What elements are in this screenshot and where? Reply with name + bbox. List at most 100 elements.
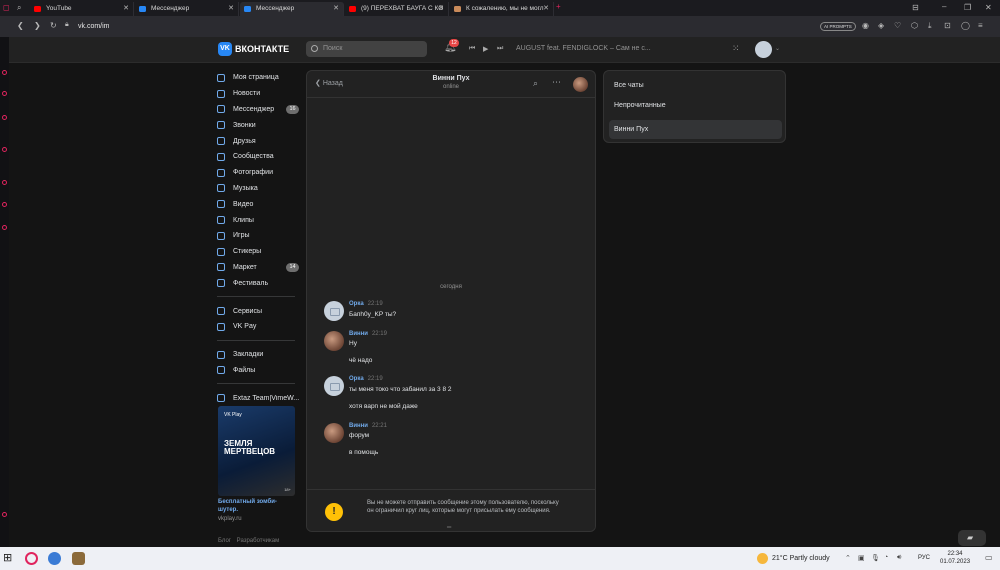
- avatar[interactable]: [324, 423, 344, 443]
- tab-manager-icon[interactable]: ⊟: [912, 3, 919, 12]
- nav-item[interactable]: Друзья: [217, 133, 302, 149]
- camera-icon[interactable]: ◉: [862, 21, 869, 30]
- download-icon[interactable]: ⤓: [928, 21, 932, 31]
- sidebar-app-icon[interactable]: [2, 202, 7, 207]
- back-arrow-icon[interactable]: ❮: [17, 21, 24, 30]
- microphone-icon[interactable]: 🎙︎: [871, 554, 880, 562]
- extensions-icon[interactable]: ⬡: [911, 21, 918, 30]
- resize-handle-icon[interactable]: ═: [447, 525, 451, 531]
- url-field[interactable]: vk.com/im: [78, 20, 278, 33]
- chat-bubble-button[interactable]: ▰: [958, 530, 986, 546]
- ad-caption[interactable]: Бесплатный зомби-шутер.: [218, 498, 296, 514]
- sidebar-app-icon[interactable]: [2, 147, 7, 152]
- sidebar-app-icon[interactable]: [2, 180, 7, 185]
- ai-prompts-badge[interactable]: AI PROMPTS: [820, 22, 856, 31]
- close-icon[interactable]: ✕: [333, 2, 339, 16]
- chat-app-icon[interactable]: [48, 552, 61, 565]
- nav-item[interactable]: Фестиваль: [217, 275, 302, 291]
- maximize-icon[interactable]: ❐: [964, 3, 971, 12]
- nav-item[interactable]: Новости: [217, 86, 302, 102]
- nav-item[interactable]: Мессенджер 16: [217, 102, 302, 118]
- close-icon[interactable]: ✕: [438, 2, 444, 16]
- forward-arrow-icon[interactable]: ❯: [34, 21, 41, 30]
- avatar[interactable]: [324, 301, 344, 321]
- search-input[interactable]: Поиск: [306, 41, 427, 57]
- windows-start-icon[interactable]: ⊞: [3, 551, 16, 564]
- sidebar-app-icon[interactable]: [2, 91, 7, 96]
- tab-search-icon[interactable]: ⌕: [17, 3, 21, 13]
- sidebar-app-icon[interactable]: [2, 70, 7, 75]
- messenger-icon: [217, 105, 225, 114]
- vk-logo[interactable]: VK ВКОНТАКТЕ: [218, 42, 289, 56]
- nav-item[interactable]: Фотографии: [217, 165, 302, 181]
- more-icon[interactable]: ⋯: [552, 77, 561, 88]
- wifi-icon[interactable]: ◔: [884, 554, 888, 561]
- bookmark-icon[interactable]: ♡: [894, 21, 901, 30]
- nav-item[interactable]: Стикеры: [217, 244, 302, 260]
- apps-grid-icon[interactable]: ⁙: [732, 43, 740, 54]
- clock[interactable]: 22:34 01.07.2023: [940, 550, 970, 566]
- weather-icon[interactable]: [757, 553, 768, 564]
- nav-divider: [217, 339, 295, 341]
- nav-item[interactable]: Видео: [217, 196, 302, 212]
- sidebar-app-icon[interactable]: [2, 115, 7, 120]
- nav-item[interactable]: Клипы: [217, 212, 302, 228]
- nav-item[interactable]: Файлы: [217, 363, 302, 379]
- tab-error-page[interactable]: К сожалению, мы не могл ✕: [450, 2, 554, 16]
- nav-item[interactable]: Сервисы: [217, 303, 302, 319]
- opera-menu-icon[interactable]: ◻: [3, 3, 10, 12]
- nav-item[interactable]: Музыка: [217, 181, 302, 197]
- tab-youtube-video[interactable]: (9) ПЕРЕХВАТ БАУГА С КО ✕: [345, 2, 449, 16]
- profile-icon[interactable]: ◯: [961, 21, 970, 30]
- footer-blog-link[interactable]: Блог: [218, 538, 231, 544]
- shield-icon[interactable]: ◈: [878, 21, 884, 30]
- folder-all-chats[interactable]: Все чаты: [609, 76, 782, 95]
- footer-dev-link[interactable]: Разработчикам: [237, 538, 280, 544]
- nav-item[interactable]: Закладки: [217, 347, 302, 363]
- weather-text[interactable]: 21°C Partly cloudy: [772, 555, 830, 562]
- prev-track-icon[interactable]: ⏮: [469, 45, 475, 53]
- chevron-down-icon[interactable]: ⌄: [775, 45, 780, 52]
- tab-messenger-2[interactable]: Мессенджер ✕: [240, 2, 344, 16]
- folder-current-chat[interactable]: Винни Пух: [609, 120, 782, 139]
- sidebar-settings-icon[interactable]: [2, 512, 7, 517]
- search-icon[interactable]: ⌕: [533, 78, 538, 89]
- notifications-icon[interactable]: ▭: [985, 553, 993, 562]
- warning-icon: !: [325, 503, 343, 521]
- window-close-icon[interactable]: ✕: [985, 3, 992, 12]
- snapshot-icon[interactable]: ⊡: [944, 21, 951, 30]
- opera-icon[interactable]: [25, 552, 38, 565]
- next-track-icon[interactable]: ⏭: [497, 45, 503, 53]
- play-icon[interactable]: ▶: [483, 45, 488, 53]
- close-icon[interactable]: ✕: [228, 2, 234, 16]
- minimize-icon[interactable]: –: [942, 2, 946, 11]
- nav-item[interactable]: Сообщества: [217, 149, 302, 165]
- ad-banner[interactable]: VK Play ЗЕМЛЯ МЕРТВЕЦОВ 18+: [218, 406, 295, 496]
- tab-messenger-1[interactable]: Мессенджер ✕: [135, 2, 239, 16]
- avatar[interactable]: [324, 376, 344, 396]
- avatar[interactable]: [755, 41, 772, 58]
- nav-item[interactable]: Моя страница: [217, 70, 302, 86]
- peer-avatar[interactable]: [573, 77, 588, 92]
- sidebar-app-icon[interactable]: [2, 225, 7, 230]
- close-icon[interactable]: ✕: [543, 2, 549, 16]
- reload-icon[interactable]: ↻: [50, 21, 57, 30]
- player-track[interactable]: AUGUST feat. FENDIGLOCK – Сам не с...: [516, 45, 651, 52]
- tray-app-icon[interactable]: ▣: [858, 554, 865, 562]
- tab-youtube[interactable]: YouTube ✕: [30, 2, 134, 16]
- close-icon[interactable]: ✕: [123, 2, 129, 16]
- nav-item[interactable]: Маркет 14: [217, 260, 302, 276]
- nav-item[interactable]: Игры: [217, 228, 302, 244]
- tray-chevron-icon[interactable]: ⌃: [845, 554, 851, 562]
- new-tab-button[interactable]: +: [556, 2, 561, 11]
- folder-unread[interactable]: Непрочитанные: [609, 96, 782, 115]
- language-indicator[interactable]: РУС: [918, 555, 930, 561]
- menu-icon[interactable]: ≡: [978, 21, 983, 30]
- volume-icon[interactable]: 🔊︎: [897, 554, 901, 562]
- nav-item[interactable]: Звонки: [217, 117, 302, 133]
- clips-icon: [217, 216, 225, 225]
- nav-item[interactable]: Extaz Team|VimeW...: [217, 390, 302, 406]
- avatar[interactable]: [324, 331, 344, 351]
- game-icon[interactable]: [72, 552, 85, 565]
- nav-item[interactable]: VK Pay: [217, 319, 302, 335]
